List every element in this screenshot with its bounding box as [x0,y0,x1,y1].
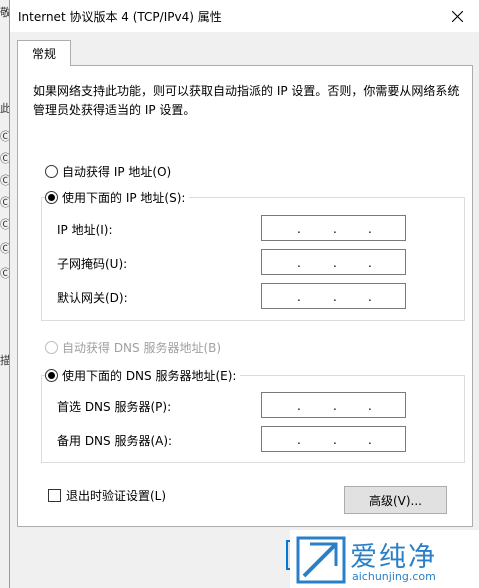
alternate-dns-input[interactable]: . . . [261,426,406,452]
preferred-dns-row: 首选 DNS 服务器(P): . . . [42,392,464,418]
ip-address-input[interactable]: . . . [261,215,406,241]
manual-dns-label: 使用下面的 DNS 服务器地址(E): [62,369,237,383]
manual-dns-radio[interactable] [45,369,58,382]
validate-settings-checkbox[interactable] [48,489,61,502]
dns-settings-group: 首选 DNS 服务器(P): . . . 备用 DNS 服务器(A): . . … [41,375,465,463]
watermark: 爱纯净 aichunjing.com [290,530,479,588]
tab-general[interactable]: 常规 [17,40,71,66]
close-button[interactable] [434,0,479,32]
manual-ip-label: 使用下面的 IP 地址(S): [62,191,186,205]
auto-dns-label: 自动获得 DNS 服务器地址(B) [62,341,222,355]
default-gateway-label: 默认网关(D): [57,291,128,305]
tcpip-properties-dialog: Internet 协议版本 4 (TCP/IPv4) 属性 常规 如果网络支持此… [9,0,479,588]
subnet-mask-separator: . [297,256,301,270]
preferred-dns-separator: . [297,399,301,413]
close-icon [451,10,463,22]
manual-dns-option[interactable]: 使用下面的 DNS 服务器地址(E): [45,367,241,384]
ip-address-separator: . [368,222,372,236]
default-gateway-row: 默认网关(D): . . . [42,283,464,309]
default-gateway-separator: . [333,290,337,304]
watermark-logo-icon [296,536,346,584]
subnet-mask-input[interactable]: . . . [261,249,406,275]
validate-settings-label: 退出时验证设置(L) [66,489,167,503]
advanced-button[interactable]: 高级(V)... [344,486,447,514]
watermark-brand: 爱纯净 [350,542,437,573]
advanced-button-label: 高级(V)... [368,493,423,508]
preferred-dns-separator: . [333,399,337,413]
ip-settings-group: IP 地址(I): . . . 子网掩码(U): . . . 默认网关(D): … [41,197,465,321]
alternate-dns-separator: . [297,433,301,447]
subnet-mask-separator: . [333,256,337,270]
preferred-dns-separator: . [368,399,372,413]
default-gateway-input[interactable]: . . . [261,283,406,309]
watermark-url: aichunjing.com [352,570,436,583]
auto-dns-radio[interactable] [45,341,58,354]
ip-address-label: IP 地址(I): [57,223,113,237]
subnet-mask-row: 子网掩码(U): . . . [42,249,464,275]
manual-ip-radio[interactable] [45,191,58,204]
preferred-dns-label: 首选 DNS 服务器(P): [57,400,172,414]
title-bar[interactable]: Internet 协议版本 4 (TCP/IPv4) 属性 [10,0,479,32]
ip-address-row: IP 地址(I): . . . [42,215,464,241]
general-tab-panel: 如果网络支持此功能，则可以获取自动指派的 IP 设置。否则，你需要从网络系统管理… [17,65,473,527]
ip-address-separator: . [297,222,301,236]
alternate-dns-separator: . [333,433,337,447]
auto-ip-radio[interactable] [45,165,58,178]
description-text: 如果网络支持此功能，则可以获取自动指派的 IP 设置。否则，你需要从网络系统管理… [33,84,460,117]
alternate-dns-label: 备用 DNS 服务器(A): [57,434,173,448]
alternate-dns-row: 备用 DNS 服务器(A): . . . [42,426,464,452]
manual-ip-option[interactable]: 使用下面的 IP 地址(S): [45,189,190,206]
auto-dns-option[interactable]: 自动获得 DNS 服务器地址(B) [45,339,221,356]
preferred-dns-input[interactable]: . . . [261,392,406,418]
alternate-dns-separator: . [368,433,372,447]
default-gateway-separator: . [297,290,301,304]
subnet-mask-label: 子网掩码(U): [57,257,128,271]
validate-settings-option[interactable]: 退出时验证设置(L) [48,487,166,504]
subnet-mask-separator: . [368,256,372,270]
default-gateway-separator: . [368,290,372,304]
auto-ip-option[interactable]: 自动获得 IP 地址(O) [45,163,171,180]
window-title: Internet 协议版本 4 (TCP/IPv4) 属性 [18,10,222,24]
auto-ip-label: 自动获得 IP 地址(O) [62,165,172,179]
tab-general-label: 常规 [31,47,56,61]
ip-address-separator: . [333,222,337,236]
